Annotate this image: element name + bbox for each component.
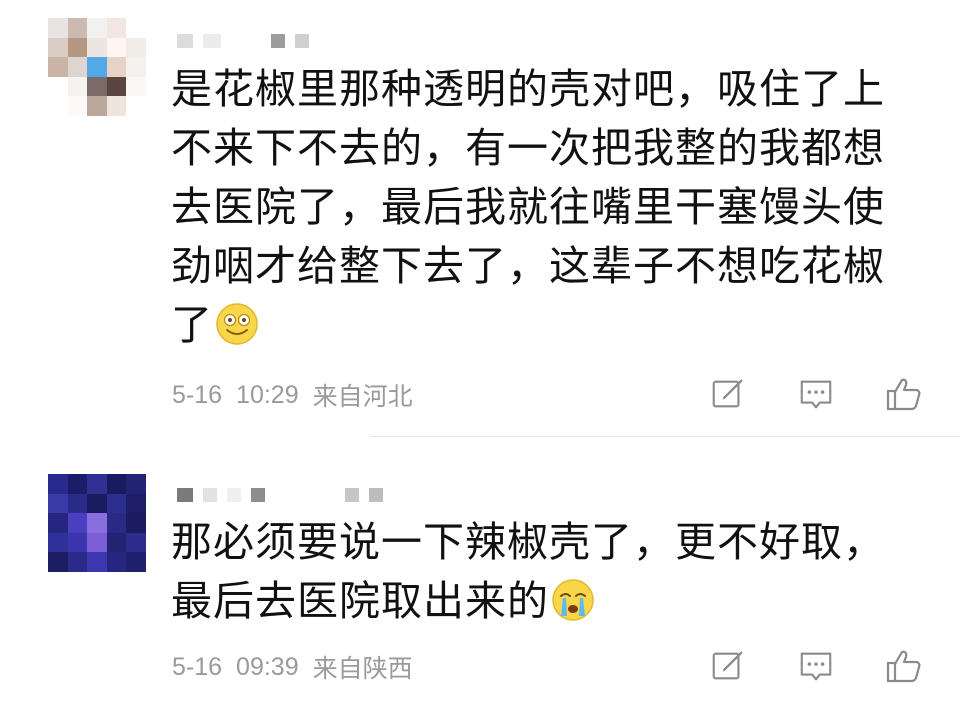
comment-location: 来自河北 bbox=[312, 383, 413, 411]
censor-gap bbox=[231, 34, 261, 48]
username-censored[interactable] bbox=[177, 486, 383, 504]
dizzy-smile-face-icon bbox=[215, 302, 259, 346]
censor-block bbox=[177, 34, 193, 48]
censor-block bbox=[251, 488, 265, 502]
censor-block bbox=[203, 34, 221, 48]
censor-block bbox=[271, 34, 285, 48]
comment-date: 5-16 bbox=[172, 652, 223, 681]
comment-location: 来自陕西 bbox=[312, 655, 413, 683]
comment-icon[interactable] bbox=[796, 374, 836, 414]
comment-meta: 5-16 10:29 来自河北 bbox=[172, 380, 413, 412]
comment-text: 是花椒里那种透明的壳对吧，吸住了上不来下不去的，有一次把我整的我都想去医院了，最… bbox=[171, 65, 885, 349]
edit-icon[interactable] bbox=[708, 374, 748, 414]
censor-block bbox=[227, 488, 241, 502]
censor-block bbox=[295, 34, 309, 48]
censor-gap bbox=[275, 488, 335, 502]
like-icon[interactable] bbox=[884, 646, 924, 686]
edit-icon[interactable] bbox=[708, 646, 748, 686]
comment-item: 是花椒里那种透明的壳对吧，吸住了上不来下不去的，有一次把我整的我都想去医院了，最… bbox=[0, 0, 960, 437]
avatar[interactable] bbox=[48, 18, 146, 116]
comment-meta: 5-16 09:39 来自陕西 bbox=[172, 652, 413, 684]
censor-block bbox=[369, 488, 383, 502]
avatar[interactable] bbox=[48, 474, 146, 572]
censor-block bbox=[177, 488, 193, 502]
censor-block bbox=[203, 488, 217, 502]
comment-time: 09:39 bbox=[236, 652, 299, 681]
comment-icon[interactable] bbox=[796, 646, 836, 686]
avatar-pixelated-image bbox=[48, 18, 146, 116]
avatar-pixelated-image bbox=[48, 474, 146, 572]
comment-actions bbox=[708, 374, 924, 414]
crying-face-icon bbox=[551, 578, 595, 622]
comment-time: 10:29 bbox=[236, 380, 299, 409]
username-censored[interactable] bbox=[177, 32, 309, 50]
comment-text: 那必须要说一下辣椒壳了，更不好取，最后去医院取出来的 bbox=[171, 518, 885, 625]
like-icon[interactable] bbox=[884, 374, 924, 414]
comment-actions bbox=[708, 646, 924, 686]
comment-date: 5-16 bbox=[172, 380, 223, 409]
censor-block bbox=[345, 488, 359, 502]
